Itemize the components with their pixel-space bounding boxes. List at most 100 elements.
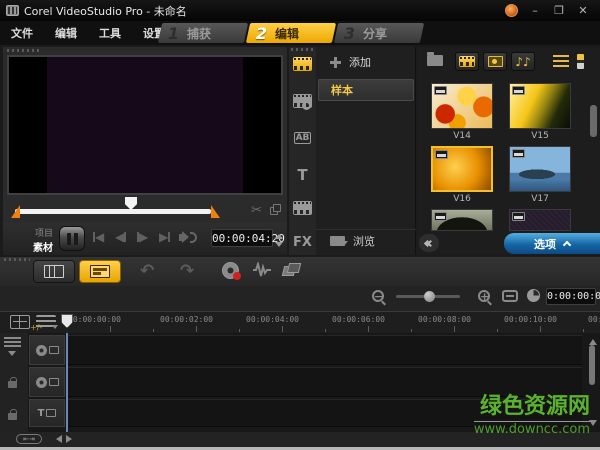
timeline-view-button[interactable] — [79, 260, 121, 283]
clip-mode-toggle[interactable]: 素材 — [23, 239, 53, 254]
video-badge-icon — [512, 149, 525, 158]
gallery-header: ♪♪ — [417, 50, 600, 76]
video-preview — [7, 55, 283, 195]
collapse-panel-button[interactable] — [419, 234, 439, 252]
thumbnail-v15[interactable] — [509, 83, 571, 129]
video-badge-icon — [435, 150, 448, 159]
thumbnail-v16-selected[interactable] — [431, 146, 493, 192]
transition-tab[interactable] — [292, 92, 313, 110]
sound-mixer-icon[interactable] — [252, 260, 272, 282]
sample-folder-item[interactable]: 样本 — [318, 79, 414, 101]
track-lock-icon[interactable] — [8, 377, 17, 388]
fit-timeline-icon[interactable] — [502, 290, 518, 302]
timeline-playhead[interactable] — [61, 314, 73, 328]
filter-audio-button[interactable]: ♪♪ — [511, 52, 535, 71]
scroll-up-icon[interactable] — [588, 335, 597, 345]
title-track-icon: T — [37, 407, 45, 419]
drag-grip — [291, 48, 313, 51]
split-clip-icon[interactable]: ✂ — [251, 203, 262, 218]
thumbnail-v17[interactable] — [509, 146, 571, 192]
redo-button[interactable]: ↷ — [180, 261, 194, 281]
previous-frame-button[interactable]: ◀ — [115, 231, 127, 243]
storyboard-view-button[interactable] — [33, 260, 75, 283]
zoom-slider[interactable] — [396, 291, 460, 302]
corel-badge-icon[interactable] — [505, 4, 518, 17]
filter-photo-button[interactable] — [483, 52, 507, 71]
video-track-row[interactable] — [66, 335, 582, 365]
app-icon — [6, 5, 19, 16]
graphic-tab[interactable]: AB — [292, 129, 313, 147]
ruler-label: 00: — [588, 315, 600, 324]
scrollbar-thumb[interactable] — [590, 105, 597, 137]
undo-button[interactable]: ↶ — [140, 261, 154, 281]
trim-start-handle[interactable] — [11, 205, 20, 218]
ruler-label: 00:00:08:00 — [418, 315, 471, 324]
spin-up-icon[interactable] — [275, 230, 283, 239]
track-lock-icon[interactable] — [8, 409, 17, 420]
minimize-button[interactable]: – — [528, 4, 542, 17]
site-watermark: 绿色资源网 www.downcc.com — [473, 388, 590, 437]
menu-file[interactable]: 文件 — [0, 25, 44, 41]
title-track-header[interactable]: T — [29, 399, 65, 427]
record-capture-icon[interactable] — [222, 262, 241, 280]
track-add-remove-button[interactable]: +/- — [30, 323, 42, 332]
playhead-line — [66, 333, 68, 432]
overlay-track-header[interactable] — [29, 367, 65, 397]
enlarge-preview-icon[interactable] — [270, 204, 281, 215]
options-button[interactable]: 选项 — [504, 233, 600, 254]
timeline-ruler[interactable]: 00:00:00:00 00:00:02:00 00:00:04:00 00:0… — [0, 311, 600, 333]
chevron-up-icon — [562, 240, 572, 250]
filter-video-button[interactable] — [455, 52, 479, 71]
title-tab[interactable]: T — [292, 166, 313, 184]
spin-down-icon[interactable] — [275, 242, 283, 251]
end-button[interactable]: ▶ — [159, 231, 171, 243]
timeline-timecode-field[interactable]: 0:00:00:00 — [546, 288, 600, 305]
menu-edit[interactable]: 编辑 — [44, 25, 88, 41]
scroll-left-icon[interactable] — [52, 435, 62, 443]
list-view-icon[interactable] — [553, 55, 569, 68]
tab-edit[interactable]: 2 编辑 — [245, 23, 337, 43]
track-manager-arrow-icon[interactable] — [8, 351, 16, 360]
zoom-slider-thumb[interactable] — [424, 291, 435, 302]
add-folder-button[interactable]: 添加 — [316, 51, 416, 73]
plus-icon — [330, 56, 341, 68]
trim-end-handle[interactable] — [211, 205, 220, 218]
next-frame-button[interactable]: ▶ — [137, 231, 148, 243]
menu-tools[interactable]: 工具 — [88, 25, 132, 41]
clock-icon[interactable] — [527, 289, 540, 302]
pause-button[interactable] — [59, 226, 85, 251]
track-manager-icon[interactable] — [4, 337, 21, 347]
video-track-header[interactable] — [29, 335, 65, 365]
fit-project-button[interactable]: ⇤⇥ — [16, 434, 42, 444]
home-button[interactable]: ◀ — [93, 231, 104, 243]
timecode-spinner[interactable] — [275, 230, 283, 251]
filter-tab[interactable]: FX — [292, 233, 313, 251]
project-mode-toggle[interactable]: 项目 — [23, 226, 53, 239]
zoom-out-icon[interactable]: − — [372, 290, 384, 302]
folder-icon[interactable] — [427, 52, 443, 66]
storyboard-small-icon[interactable] — [10, 315, 30, 329]
thumbnail-v14[interactable] — [431, 83, 493, 129]
ruler-label: 00:00:00:00 — [68, 315, 121, 324]
maximize-button[interactable]: ❐ — [552, 4, 566, 17]
close-button[interactable]: ✕ — [576, 4, 590, 17]
sort-view-icon[interactable] — [577, 54, 584, 69]
scrollbar-thumb[interactable] — [589, 345, 595, 385]
monitor-icon — [48, 346, 59, 354]
thumbnail-partial[interactable] — [431, 209, 493, 231]
drag-grip — [4, 258, 30, 261]
decoration-tab[interactable] — [292, 199, 313, 217]
tab-share[interactable]: 3 分享 — [333, 23, 425, 43]
media-library-tab[interactable] — [292, 55, 313, 73]
scrub-track[interactable] — [15, 209, 211, 214]
gallery-scrollbar[interactable] — [590, 89, 597, 249]
tab-capture[interactable]: 1 捕获 — [157, 23, 249, 43]
clip-timecode-field[interactable]: 00:00:04:20 — [211, 229, 285, 247]
track-toggle-arrow-icon[interactable] — [52, 325, 58, 332]
zoom-in-icon[interactable]: + — [478, 290, 490, 302]
step-label: 分享 — [363, 26, 388, 41]
browse-button[interactable]: 浏览 — [316, 229, 416, 249]
ripple-edit-icon[interactable] — [281, 263, 302, 277]
scroll-right-icon[interactable] — [66, 435, 76, 443]
thumbnail-partial[interactable] — [509, 209, 571, 231]
